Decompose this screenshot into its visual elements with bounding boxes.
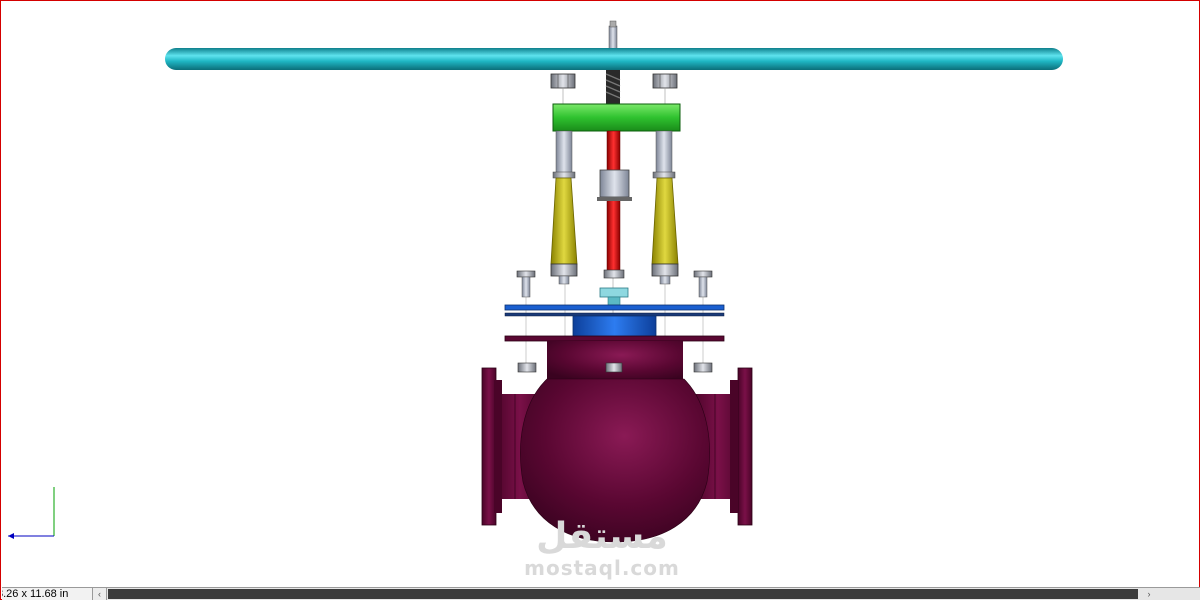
horizontal-scroll-thumb[interactable] <box>108 589 1138 599</box>
paper-size-label: 8.26 x 11.68 in <box>2 588 93 600</box>
app-window: مستقل mostaql.com 8.26 x 11.68 in ‹ › <box>0 0 1200 600</box>
bolt-right <box>693 270 713 298</box>
chevron-left-icon[interactable]: ‹ <box>93 588 107 600</box>
body-neck <box>547 341 683 381</box>
top-hex-nut-left <box>550 73 576 89</box>
pillar-left <box>550 130 578 285</box>
spindle-tip <box>608 20 618 51</box>
chevron-right-icon[interactable]: › <box>1142 588 1156 600</box>
pillar-right <box>651 130 679 285</box>
top-hex-nut-right <box>652 73 678 89</box>
handwheel <box>165 48 1063 70</box>
valve-body <box>481 367 753 543</box>
threaded-stem <box>605 70 621 104</box>
valve-stem <box>606 130 621 273</box>
gland-flange <box>504 304 725 311</box>
body-nut-left <box>517 362 537 373</box>
valve-model <box>8 20 1063 543</box>
bonnet <box>572 315 657 339</box>
body-flange <box>504 335 725 342</box>
stem-connector <box>597 169 632 201</box>
body-nut-right <box>693 362 713 373</box>
packing-nut <box>599 287 629 306</box>
graphics-viewport[interactable]: مستقل mostaql.com <box>2 2 1200 587</box>
bolt-left <box>516 270 536 298</box>
status-bar: 8.26 x 11.68 in ‹ › <box>2 587 1200 600</box>
body-nut-center <box>605 362 623 373</box>
axis-triad <box>8 487 55 539</box>
yoke-plate <box>552 103 681 132</box>
